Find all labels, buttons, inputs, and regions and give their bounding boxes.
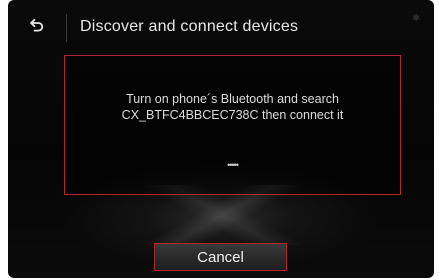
bluetooth-connect-screen: Discover and connect devices ✱ Turn on p… <box>8 0 434 278</box>
pairing-instructions: Turn on phone´s Bluetooth and search CX_… <box>65 91 400 123</box>
page-title: Discover and connect devices <box>80 18 299 35</box>
searching-progress-dots: ••••• <box>227 160 239 170</box>
instruction-line-1: Turn on phone´s Bluetooth and search <box>126 92 339 106</box>
back-arrow-icon <box>28 18 44 39</box>
header-divider <box>66 14 67 42</box>
cancel-button[interactable]: Cancel <box>154 243 287 271</box>
pairing-dialog: Turn on phone´s Bluetooth and search CX_… <box>64 55 401 195</box>
instruction-line-2: CX_BTFC4BBCEC738C then connect it <box>121 108 344 122</box>
header-bar: Discover and connect devices ✱ <box>8 10 434 46</box>
status-indicator-icon: ✱ <box>412 13 421 24</box>
back-button[interactable] <box>22 14 50 42</box>
